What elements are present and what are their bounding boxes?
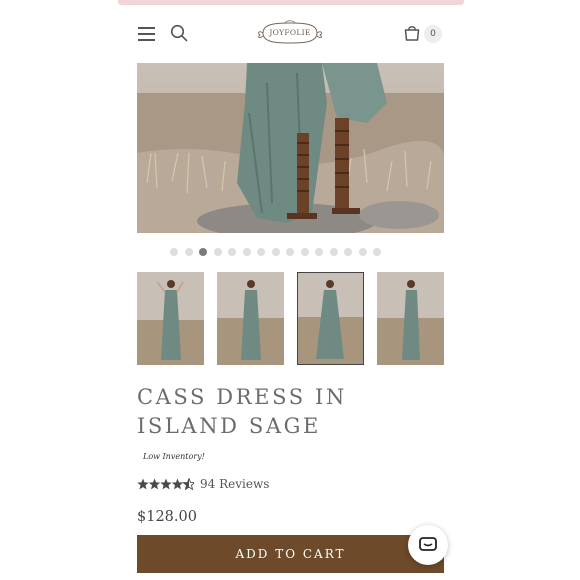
carousel-dot-11[interactable] (315, 248, 323, 256)
thumbnail-4[interactable] (377, 272, 444, 365)
rating-star (148, 478, 161, 490)
chat-icon (419, 537, 437, 551)
menu-icon[interactable] (138, 27, 155, 41)
rating-star (137, 478, 149, 490)
thumbnail-2[interactable] (217, 272, 284, 365)
carousel-dot-2[interactable] (184, 248, 193, 256)
cart-count-badge[interactable]: 0 (424, 25, 442, 43)
carousel-dot-9[interactable] (286, 248, 294, 256)
carousel-dot-5[interactable] (228, 248, 236, 256)
rating-stars-icon (137, 478, 194, 491)
carousel-pagination (170, 248, 412, 258)
rating-star (160, 478, 172, 490)
reviews-link[interactable]: 94 Reviews (200, 477, 269, 491)
top-banner-strip (118, 0, 464, 5)
product-price: $128.00 (137, 509, 197, 525)
rating-star (171, 478, 184, 490)
chat-widget-button[interactable] (408, 525, 448, 565)
carousel-dot-8[interactable] (271, 248, 280, 256)
carousel-dot-7[interactable] (257, 248, 265, 256)
search-icon[interactable] (170, 24, 188, 42)
carousel-dot-13[interactable] (344, 248, 352, 256)
carousel-dot-10[interactable] (300, 248, 309, 256)
carousel-dot-1[interactable] (170, 248, 178, 256)
brand-logo[interactable]: JOYFOLIE (255, 20, 325, 46)
carousel-dot-14[interactable] (358, 248, 367, 256)
carousel-dot-6[interactable] (242, 248, 251, 256)
product-title: CASS DRESS IN ISLAND SAGE (137, 385, 347, 438)
carousel-dot-15[interactable] (373, 248, 381, 256)
add-to-cart-button[interactable]: ADD TO CART (137, 535, 444, 573)
carousel-dot-3[interactable] (199, 248, 207, 256)
carousel-dot-12[interactable] (329, 248, 338, 256)
site-header: JOYFOLIE 0 (136, 14, 444, 54)
thumbnail-strip (137, 272, 445, 365)
product-main-image[interactable] (137, 63, 444, 233)
shopping-bag-icon[interactable] (403, 24, 421, 42)
brand-logo-text: JOYFOLIE (269, 28, 311, 37)
thumbnail-1[interactable] (137, 272, 204, 365)
carousel-dot-4[interactable] (213, 248, 222, 256)
thumbnail-3[interactable] (297, 272, 364, 365)
inventory-status: Low Inventory! (143, 452, 205, 461)
